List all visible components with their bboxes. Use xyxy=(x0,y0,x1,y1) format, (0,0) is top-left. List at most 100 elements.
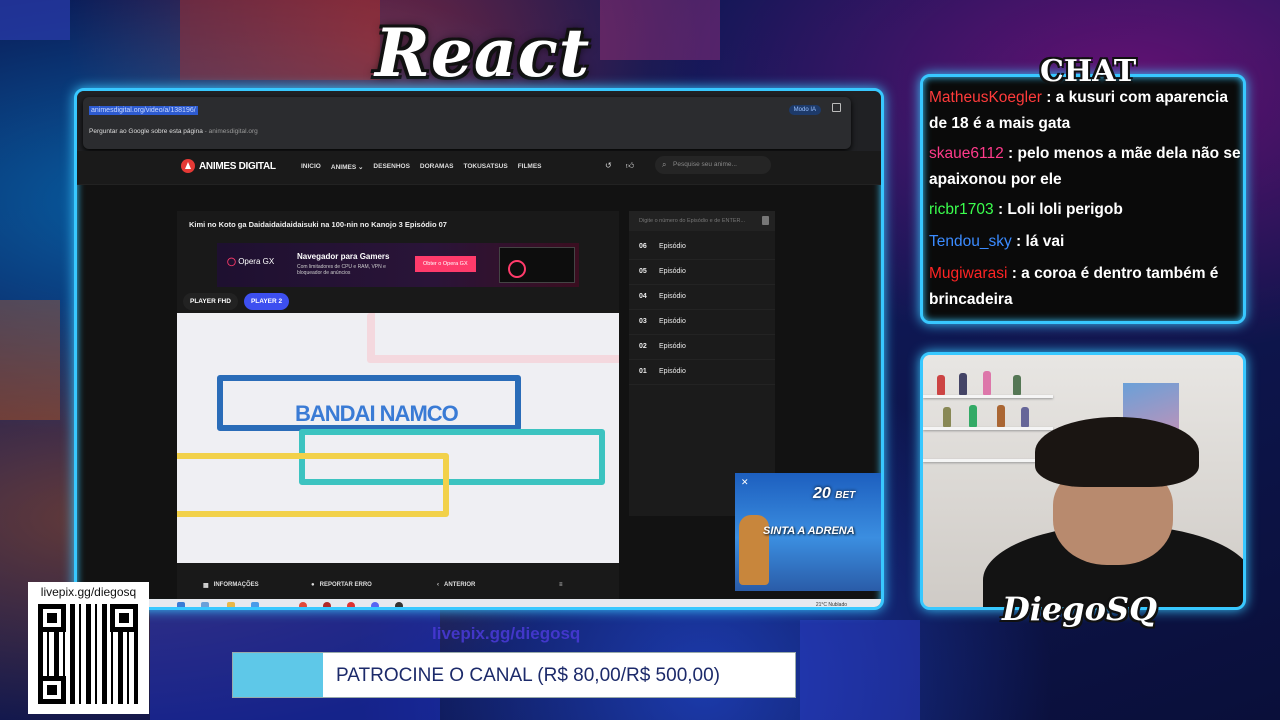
opera-gx-ad[interactable]: ◯ Opera GX Navegador para Gamers Com lim… xyxy=(217,243,579,287)
chat-username: Tendou_sky xyxy=(929,233,1012,250)
episode-label: Episódio xyxy=(659,243,686,250)
ai-mode-button[interactable]: Modo IA xyxy=(788,105,821,115)
background-decor xyxy=(0,300,60,420)
report-button[interactable]: ● REPORTAR ERRO xyxy=(311,582,372,588)
search-icon[interactable] xyxy=(201,602,209,607)
sponsor-goal-bar: PATROCINE O CANAL (R$ 80,00/R$ 500,00) xyxy=(232,652,796,698)
chat-text: : lá vai xyxy=(1016,233,1065,250)
history-icon[interactable]: ↺ xyxy=(605,161,612,171)
figure xyxy=(937,375,945,395)
info-label: INFORMAÇÕES xyxy=(213,582,259,588)
nav-desenhos[interactable]: DESENHOS xyxy=(373,163,409,171)
episode-number: 03 xyxy=(639,318,647,325)
nav-filmes[interactable]: FILMES xyxy=(518,163,542,171)
streamer-hair xyxy=(1035,417,1199,487)
chat-message: Tendou_sky : lá vai xyxy=(929,229,1241,255)
logo-icon xyxy=(181,159,195,173)
ad-brand: ◯ Opera GX xyxy=(227,257,274,266)
report-label: REPORTAR ERRO xyxy=(319,582,372,588)
episode-item[interactable]: 04 Episódio xyxy=(629,285,775,310)
close-icon[interactable]: ✕ xyxy=(741,477,749,488)
video-frame-shape xyxy=(177,453,449,517)
episode-label: Episódio xyxy=(659,268,686,275)
app-icon[interactable] xyxy=(347,602,355,607)
explorer-icon[interactable] xyxy=(227,602,235,607)
background-decor xyxy=(180,0,380,80)
popup-ad-slogan: SINTA A ADRENA xyxy=(763,525,855,537)
ad-cta-button[interactable]: Obter o Opera GX xyxy=(415,256,476,272)
start-icon[interactable] xyxy=(177,602,185,607)
site-logo[interactable]: ANIMES DIGITAL xyxy=(181,159,276,173)
nav-tokusatsus[interactable]: TOKUSATSUS xyxy=(464,163,508,171)
sponsor-text: PATROCINE O CANAL (R$ 80,00/R$ 500,00) xyxy=(335,665,721,686)
chat-panel: MatheusKoegler : a kusuri com aparencia … xyxy=(920,74,1246,324)
chat-username: skaue6112 xyxy=(929,145,1004,162)
qr-label: livepix.gg/diegosq xyxy=(40,585,137,599)
episode-list: Digite o número do Episódio e de ENTER..… xyxy=(629,211,775,516)
store-icon[interactable] xyxy=(251,602,259,607)
app-icon[interactable] xyxy=(323,602,331,607)
qr-corner xyxy=(38,676,66,704)
ad-device-image xyxy=(499,247,575,283)
player-fhd-button[interactable]: PLAYER FHD xyxy=(183,293,238,310)
search-icon: ⌕ xyxy=(662,160,667,169)
address-bar-area: animesdigital.org/video/a/138196/ Modo I… xyxy=(77,91,881,151)
qr-corner xyxy=(38,604,66,632)
nav-links: INICIO ANIMES ⌄ DESENHOS DORAMAS TOKUSAT… xyxy=(301,163,542,171)
info-button[interactable]: ▦ INFORMAÇÕES xyxy=(203,582,259,589)
grid-icon: ▦ xyxy=(203,582,209,589)
nav-animes[interactable]: ANIMES ⌄ xyxy=(331,163,364,171)
ad-headline: Navegador para Gamers xyxy=(297,252,390,261)
episode-item[interactable]: 05 Episódio xyxy=(629,260,775,285)
previous-label: ANTERIOR xyxy=(444,582,476,588)
episode-number: 04 xyxy=(639,293,647,300)
like-icon[interactable]: 👍︎ xyxy=(626,161,634,171)
omnibox-dropdown[interactable]: animesdigital.org/video/a/138196/ Modo I… xyxy=(83,97,851,149)
chrome-icon[interactable] xyxy=(299,602,307,607)
figure xyxy=(997,405,1005,427)
episode-label: Episódio xyxy=(659,318,686,325)
chat-title: CHAT xyxy=(1040,54,1137,89)
video-player[interactable]: BANDAI NAMCO xyxy=(177,313,619,563)
chat-message: skaue6112 : pelo menos a mãe dela não se… xyxy=(929,141,1241,193)
discord-icon[interactable] xyxy=(371,602,379,607)
background-decor xyxy=(600,0,720,60)
episode-item[interactable]: 02 Episódio xyxy=(629,335,775,360)
episode-title: Kimi no Koto ga Daidaidaidaidaisuki na 1… xyxy=(189,220,447,229)
livepix-link[interactable]: livepix.gg/diegosq xyxy=(432,624,580,644)
betting-popup-ad[interactable]: ✕ 20 BET SINTA A ADRENA xyxy=(735,473,881,591)
episode-item[interactable]: 01 Episódio xyxy=(629,360,775,385)
video-frame-shape xyxy=(367,313,619,363)
episode-search-input[interactable]: Digite o número do Episódio e de ENTER..… xyxy=(629,211,775,231)
episode-label: Episódio xyxy=(659,293,686,300)
search-placeholder: Pesquise seu anime... xyxy=(673,161,737,168)
qr-card[interactable]: livepix.gg/diegosq xyxy=(28,582,149,714)
nav-icons: ↺ 👍︎ xyxy=(605,161,634,171)
alert-icon: ● xyxy=(311,582,315,588)
popup-ad-brand-suffix: BET xyxy=(835,490,856,501)
qr-code[interactable] xyxy=(38,604,138,704)
ad-brand-text: Opera GX xyxy=(238,257,275,266)
menu-icon: ≡ xyxy=(559,582,563,588)
nav-doramas[interactable]: DORAMAS xyxy=(420,163,454,171)
player-selector: PLAYER FHD PLAYER 2 xyxy=(183,293,290,310)
site-search-input[interactable]: ⌕ Pesquise seu anime... xyxy=(655,156,771,174)
episode-item[interactable]: 03 Episódio xyxy=(629,310,775,335)
nav-inicio[interactable]: INICIO xyxy=(301,163,321,171)
url-text[interactable]: animesdigital.org/video/a/138196/ xyxy=(89,106,198,115)
menu-button[interactable]: ≡ xyxy=(559,582,563,588)
chat-username: ricbr1703 xyxy=(929,201,994,218)
search-suggestion[interactable]: Perguntar ao Google sobre esta página - … xyxy=(89,128,258,135)
episode-number: 06 xyxy=(639,243,647,250)
ad-subtext: Com limitadores de CPU e RAM, VPN e bloq… xyxy=(297,264,386,276)
player-2-button[interactable]: PLAYER 2 xyxy=(243,293,290,310)
video-logo-text: BANDAI NAMCO xyxy=(295,401,459,426)
share-icon[interactable] xyxy=(832,103,841,112)
episode-item[interactable]: 06 Episódio xyxy=(629,235,775,260)
site-navbar: ANIMES DIGITAL INICIO ANIMES ⌄ DESENHOS … xyxy=(77,151,881,185)
figure xyxy=(1021,407,1029,427)
obs-icon[interactable] xyxy=(395,602,403,607)
shelf xyxy=(923,459,1053,462)
previous-button[interactable]: ‹ ANTERIOR xyxy=(437,582,475,588)
popup-ad-brand-num: 20 xyxy=(813,485,831,502)
